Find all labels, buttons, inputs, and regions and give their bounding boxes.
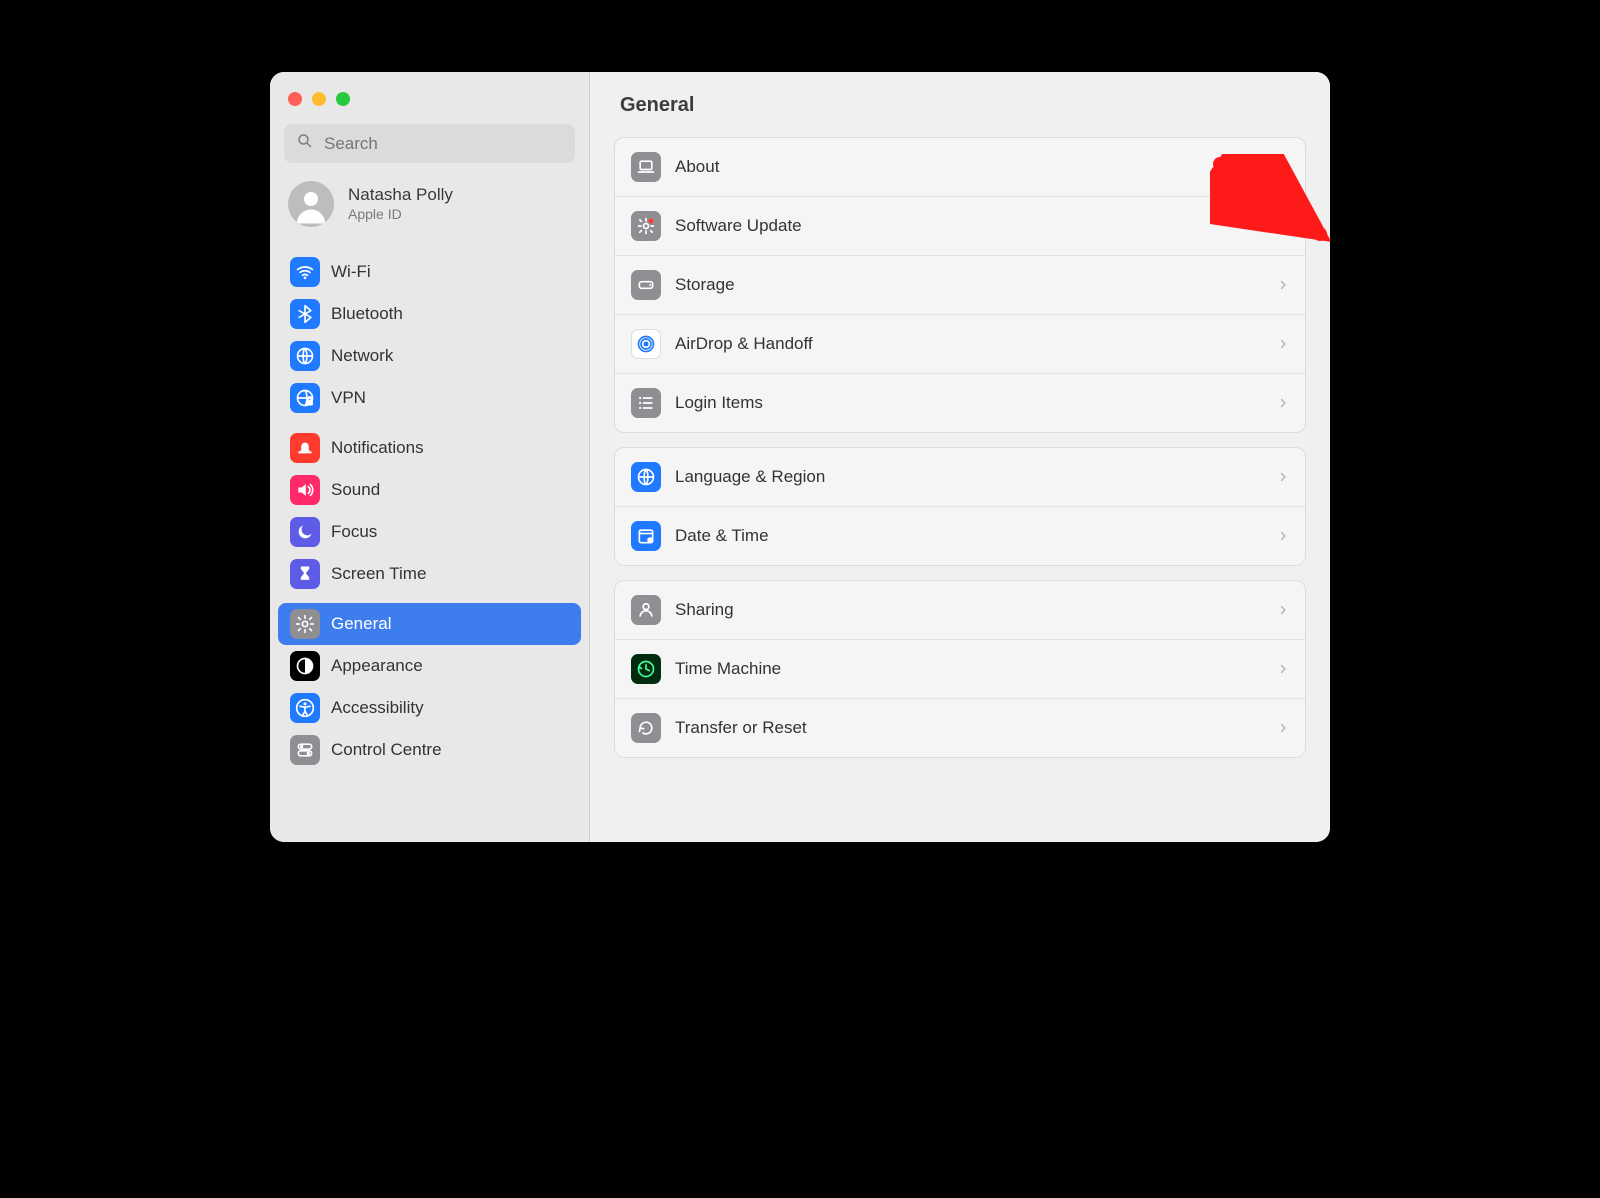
- account-subtitle: Apple ID: [348, 206, 453, 222]
- sidebar-item-label: VPN: [331, 388, 366, 408]
- speaker-icon: [290, 475, 320, 505]
- search-field[interactable]: [284, 124, 575, 163]
- avatar: [288, 181, 334, 227]
- gear-badge-icon: [631, 211, 661, 241]
- sidebar-item-screen-time[interactable]: Screen Time: [278, 553, 581, 595]
- hourglass-icon: [290, 559, 320, 589]
- chevron-right-icon: [1277, 394, 1289, 412]
- settings-panel: Language & Region Date & Time: [614, 447, 1306, 566]
- contrast-icon: [290, 651, 320, 681]
- settings-row-label: Date & Time: [675, 526, 769, 546]
- moon-icon: [290, 517, 320, 547]
- chevron-right-icon: [1277, 217, 1289, 235]
- bell-icon: [290, 433, 320, 463]
- search-input[interactable]: [322, 133, 563, 155]
- settings-row-airdrop-handoff[interactable]: AirDrop & Handoff: [615, 314, 1305, 373]
- settings-row-label: Login Items: [675, 393, 763, 413]
- network-icon: [290, 341, 320, 371]
- bullet-list-icon: [631, 388, 661, 418]
- bluetooth-icon: [290, 299, 320, 329]
- chevron-right-icon: [1277, 660, 1289, 678]
- time-machine-icon: [631, 654, 661, 684]
- chevron-right-icon: [1277, 276, 1289, 294]
- sidebar-item-label: Bluetooth: [331, 304, 403, 324]
- settings-row-label: AirDrop & Handoff: [675, 334, 813, 354]
- sidebar-item-focus[interactable]: Focus: [278, 511, 581, 553]
- settings-row-label: Language & Region: [675, 467, 825, 487]
- sidebar-item-vpn[interactable]: VPN: [278, 377, 581, 419]
- sidebar-item-label: Sound: [331, 480, 380, 500]
- airdrop-icon: [631, 329, 661, 359]
- sidebar-item-label: Control Centre: [331, 740, 442, 760]
- sidebar-group: Notifications Sound Focus Screen Time: [270, 419, 589, 595]
- settings-row-language-region[interactable]: Language & Region: [615, 448, 1305, 506]
- reset-icon: [631, 713, 661, 743]
- sidebar-item-wi-fi[interactable]: Wi-Fi: [278, 251, 581, 293]
- globe-icon: [631, 462, 661, 492]
- settings-row-about[interactable]: About: [615, 138, 1305, 196]
- settings-row-login-items[interactable]: Login Items: [615, 373, 1305, 432]
- settings-row-label: About: [675, 157, 719, 177]
- sidebar-item-notifications[interactable]: Notifications: [278, 427, 581, 469]
- chevron-right-icon: [1277, 719, 1289, 737]
- settings-row-software-update[interactable]: Software Update: [615, 196, 1305, 255]
- sidebar-item-general[interactable]: General: [278, 603, 581, 645]
- settings-row-label: Sharing: [675, 600, 734, 620]
- switches-icon: [290, 735, 320, 765]
- sidebar-item-network[interactable]: Network: [278, 335, 581, 377]
- chevron-right-icon: [1277, 468, 1289, 486]
- settings-window: Natasha Polly Apple ID Wi-Fi Bluetooth Net…: [270, 72, 1330, 842]
- page-title: General: [590, 72, 1330, 129]
- chevron-right-icon: [1277, 158, 1289, 176]
- sidebar-item-label: Notifications: [331, 438, 424, 458]
- sidebar: Natasha Polly Apple ID Wi-Fi Bluetooth Net…: [270, 72, 590, 842]
- chevron-right-icon: [1277, 335, 1289, 353]
- settings-row-time-machine[interactable]: Time Machine: [615, 639, 1305, 698]
- accessibility-icon: [290, 693, 320, 723]
- calendar-icon: [631, 521, 661, 551]
- settings-row-storage[interactable]: Storage: [615, 255, 1305, 314]
- sidebar-item-label: Screen Time: [331, 564, 426, 584]
- sidebar-item-label: Network: [331, 346, 393, 366]
- sidebar-group: General Appearance Accessibility Control Ce…: [270, 595, 589, 771]
- sidebar-item-bluetooth[interactable]: Bluetooth: [278, 293, 581, 335]
- vpn-icon: [290, 383, 320, 413]
- settings-row-label: Transfer or Reset: [675, 718, 807, 738]
- settings-row-label: Time Machine: [675, 659, 781, 679]
- person-icon: [631, 595, 661, 625]
- laptop-icon: [631, 152, 661, 182]
- settings-row-date-time[interactable]: Date & Time: [615, 506, 1305, 565]
- sidebar-item-sound[interactable]: Sound: [278, 469, 581, 511]
- sidebar-item-label: Focus: [331, 522, 377, 542]
- settings-panel: Sharing Time Machine Transfer or Reset: [614, 580, 1306, 758]
- chevron-right-icon: [1277, 527, 1289, 545]
- sidebar-item-label: Wi-Fi: [331, 262, 371, 282]
- search-icon: [296, 132, 322, 155]
- settings-row-label: Storage: [675, 275, 735, 295]
- close-window-button[interactable]: [288, 92, 302, 106]
- sidebar-group: Wi-Fi Bluetooth Network VPN: [270, 243, 589, 419]
- sidebar-item-control-centre[interactable]: Control Centre: [278, 729, 581, 771]
- appleid-account[interactable]: Natasha Polly Apple ID: [270, 177, 589, 243]
- sidebar-item-accessibility[interactable]: Accessibility: [278, 687, 581, 729]
- content-pane: General About Software Update Storage AirDr…: [590, 72, 1330, 842]
- window-controls: [270, 84, 589, 124]
- sidebar-item-label: Accessibility: [331, 698, 424, 718]
- chevron-right-icon: [1277, 601, 1289, 619]
- disk-icon: [631, 270, 661, 300]
- minimize-window-button[interactable]: [312, 92, 326, 106]
- settings-panel: About Software Update Storage AirDrop & Han…: [614, 137, 1306, 433]
- account-name: Natasha Polly: [348, 186, 453, 205]
- settings-row-transfer-or-reset[interactable]: Transfer or Reset: [615, 698, 1305, 757]
- sidebar-item-label: General: [331, 614, 391, 634]
- settings-row-sharing[interactable]: Sharing: [615, 581, 1305, 639]
- wifi-icon: [290, 257, 320, 287]
- sidebar-item-label: Appearance: [331, 656, 423, 676]
- sidebar-item-appearance[interactable]: Appearance: [278, 645, 581, 687]
- settings-row-label: Software Update: [675, 216, 802, 236]
- zoom-window-button[interactable]: [336, 92, 350, 106]
- gear-icon: [290, 609, 320, 639]
